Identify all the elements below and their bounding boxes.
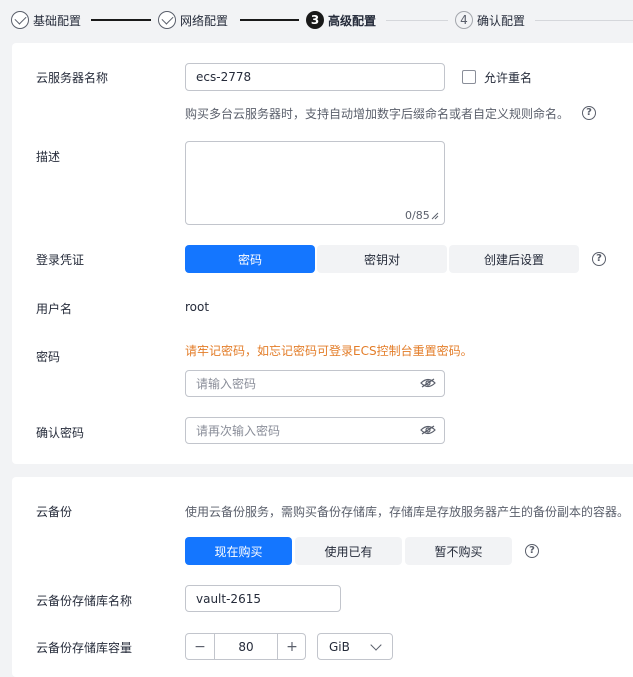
login-credential-label: 登录凭证: [36, 253, 85, 267]
step-done-check-icon: [11, 11, 29, 29]
login-option-keypair[interactable]: 密钥对: [317, 245, 447, 273]
confirm-password-label: 确认密码: [36, 426, 85, 440]
capacity-unit-value: GiB: [329, 640, 350, 654]
step-done-check-icon: [158, 11, 176, 29]
step-label: 网络配置: [180, 13, 229, 28]
step-connector: [240, 19, 299, 21]
login-option-password[interactable]: 密码: [185, 245, 315, 273]
server-name-label: 云服务器名称: [36, 71, 109, 85]
password-warning: 请牢记密码，如忘记密码可登录ECS控制台重置密码。: [185, 344, 473, 358]
help-icon[interactable]: ?: [582, 106, 596, 120]
vault-name-input[interactable]: [185, 585, 341, 612]
backup-option-buy-now[interactable]: 现在购买: [185, 537, 292, 565]
server-name-hint: 购买多台云服务器时，支持自动增加数字后缀命名或者自定义规则命名。: [185, 107, 570, 121]
username-label: 用户名: [36, 302, 73, 316]
wizard-steps: 基础配置 网络配置 3 高级配置 4 确认配置: [0, 0, 633, 40]
step-label: 基础配置: [33, 13, 82, 28]
step-label: 确认配置: [477, 13, 526, 28]
password-input[interactable]: [185, 370, 445, 397]
username-value: root: [185, 300, 210, 314]
help-icon[interactable]: ?: [592, 252, 606, 266]
step-number-badge: 4: [455, 11, 473, 29]
step-connector: [91, 19, 151, 21]
resize-grip-icon[interactable]: [431, 212, 439, 220]
step-connector: [386, 20, 448, 21]
capacity-unit-select[interactable]: GiB: [317, 633, 393, 660]
vault-name-label: 云备份存储库名称: [36, 594, 133, 608]
allow-duplicate-label: 允许重名: [484, 71, 533, 85]
vault-capacity-label: 云备份存储库容量: [36, 641, 133, 655]
chevron-down-icon: [370, 639, 382, 651]
decrement-button[interactable]: −: [186, 634, 215, 659]
backup-label: 云备份: [36, 505, 73, 519]
vault-capacity-value[interactable]: 80: [215, 634, 277, 659]
step-number-badge: 3: [306, 11, 324, 29]
increment-button[interactable]: +: [277, 634, 306, 659]
password-label: 密码: [36, 350, 61, 364]
step-confirm-config: 4 确认配置: [455, 10, 525, 30]
eye-off-icon[interactable]: [420, 425, 436, 435]
step-advanced-config: 3 高级配置: [306, 10, 376, 30]
backup-hint: 使用云备份服务，需购买备份存储库，存储库是存放服务器产生的备份副本的容器。: [185, 505, 630, 519]
vault-capacity-stepper: − 80 +: [185, 633, 306, 660]
step-basic-config[interactable]: 基础配置: [11, 10, 81, 30]
eye-off-icon[interactable]: [420, 378, 436, 388]
step-connector: [535, 20, 633, 21]
backup-option-use-existing[interactable]: 使用已有: [295, 537, 402, 565]
backup-option-skip[interactable]: 暂不购买: [405, 537, 512, 565]
step-network-config[interactable]: 网络配置: [158, 10, 228, 30]
description-char-counter: 0/85: [405, 209, 430, 222]
server-name-input[interactable]: [185, 63, 445, 91]
description-label: 描述: [36, 150, 61, 164]
step-label: 高级配置: [328, 13, 377, 28]
help-icon[interactable]: ?: [525, 544, 539, 558]
login-option-set-later[interactable]: 创建后设置: [449, 245, 579, 273]
allow-duplicate-checkbox[interactable]: [462, 70, 476, 84]
confirm-password-input[interactable]: [185, 417, 445, 444]
